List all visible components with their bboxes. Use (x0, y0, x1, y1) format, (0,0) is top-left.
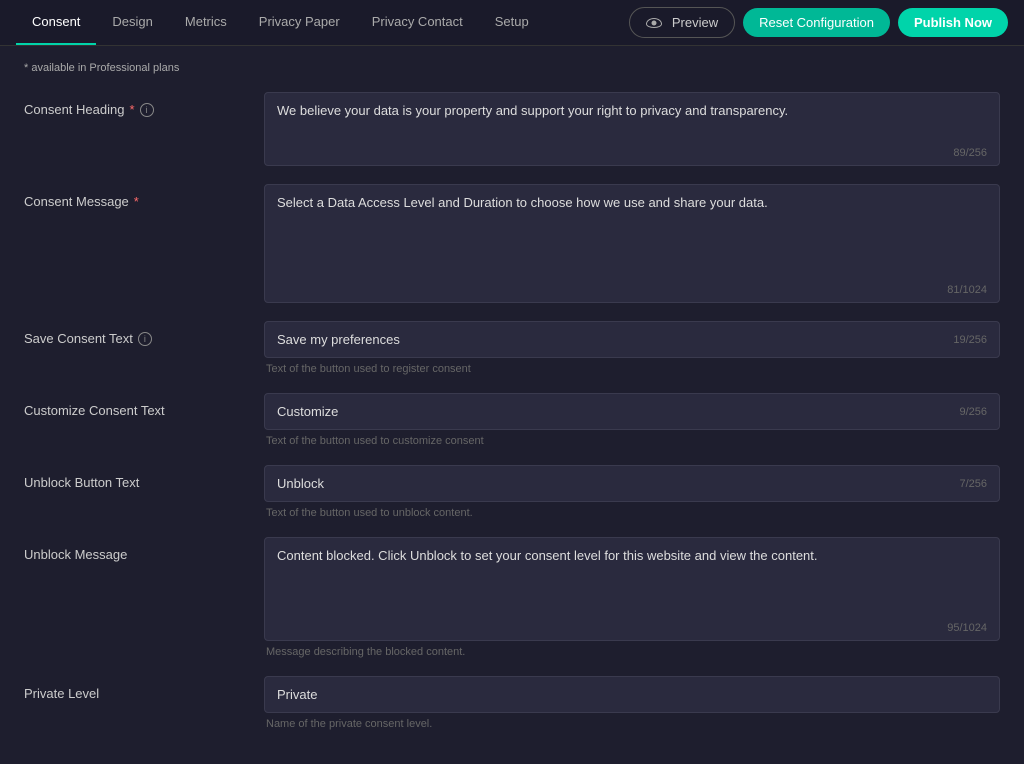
consent-message-row: Consent Message * Select a Data Access L… (24, 184, 1000, 303)
eye-icon (646, 18, 662, 28)
info-icon[interactable]: i (138, 332, 152, 346)
info-icon[interactable]: i (140, 103, 154, 117)
consent-heading-row: Consent Heading * i We believe your data… (24, 92, 1000, 166)
tab-metrics[interactable]: Metrics (169, 0, 243, 45)
customize-consent-count: 9/256 (947, 406, 999, 418)
unblock-button-count: 7/256 (947, 478, 999, 490)
unblock-button-wrapper: 7/256 (264, 465, 1000, 502)
unblock-message-count: 95/1024 (265, 618, 999, 640)
nav-actions: Preview Reset Configuration Publish Now (629, 7, 1008, 38)
tab-setup[interactable]: Setup (479, 0, 545, 45)
nav-tabs: Consent Design Metrics Privacy Paper Pri… (16, 0, 545, 45)
private-level-field: Name of the private consent level. (264, 676, 1000, 730)
consent-message-label: Consent Message * (24, 184, 264, 209)
unblock-button-input[interactable] (265, 466, 947, 501)
top-nav: Consent Design Metrics Privacy Paper Pri… (0, 0, 1024, 46)
consent-message-input[interactable]: Select a Data Access Level and Duration … (265, 185, 999, 280)
unblock-button-row: Unblock Button Text 7/256 Text of the bu… (24, 465, 1000, 519)
reset-button[interactable]: Reset Configuration (743, 8, 890, 37)
customize-consent-hint: Text of the button used to customize con… (264, 435, 1000, 447)
customize-consent-label: Customize Consent Text (24, 393, 264, 418)
unblock-button-hint: Text of the button used to unblock conte… (264, 507, 1000, 519)
consent-heading-field: We believe your data is your property an… (264, 92, 1000, 166)
tab-privacy-paper[interactable]: Privacy Paper (243, 0, 356, 45)
save-consent-label: Save Consent Text i (24, 321, 264, 346)
customize-consent-field: 9/256 Text of the button used to customi… (264, 393, 1000, 447)
unblock-message-field: Content blocked. Click Unblock to set yo… (264, 537, 1000, 658)
save-consent-hint: Text of the button used to register cons… (264, 363, 1000, 375)
publish-button[interactable]: Publish Now (898, 8, 1008, 37)
tab-consent[interactable]: Consent (16, 0, 96, 45)
customize-consent-input[interactable] (265, 394, 947, 429)
consent-heading-wrapper: We believe your data is your property an… (264, 92, 1000, 166)
consent-heading-count: 89/256 (265, 143, 999, 165)
tab-privacy-contact[interactable]: Privacy Contact (356, 0, 479, 45)
preview-button[interactable]: Preview (629, 7, 735, 38)
private-level-hint: Name of the private consent level. (264, 718, 1000, 730)
unblock-message-wrapper: Content blocked. Click Unblock to set yo… (264, 537, 1000, 641)
save-consent-row: Save Consent Text i 19/256 Text of the b… (24, 321, 1000, 375)
save-consent-input[interactable] (265, 322, 941, 357)
customize-consent-row: Customize Consent Text 9/256 Text of the… (24, 393, 1000, 447)
private-level-row: Private Level Name of the private consen… (24, 676, 1000, 730)
required-marker: * (129, 102, 134, 117)
save-consent-field: 19/256 Text of the button used to regist… (264, 321, 1000, 375)
required-marker: * (134, 194, 139, 209)
consent-message-wrapper: Select a Data Access Level and Duration … (264, 184, 1000, 303)
private-level-wrapper (264, 676, 1000, 713)
unblock-message-row: Unblock Message Content blocked. Click U… (24, 537, 1000, 658)
tab-design[interactable]: Design (96, 0, 168, 45)
unblock-message-input[interactable]: Content blocked. Click Unblock to set yo… (265, 538, 999, 618)
pro-notice: * available in Professional plans (24, 62, 1000, 74)
consent-message-count: 81/1024 (265, 280, 999, 302)
customize-consent-wrapper: 9/256 (264, 393, 1000, 430)
private-level-label: Private Level (24, 676, 264, 701)
unblock-message-label: Unblock Message (24, 537, 264, 562)
consent-heading-label: Consent Heading * i (24, 92, 264, 117)
save-consent-count: 19/256 (941, 334, 999, 346)
private-level-input[interactable] (265, 677, 999, 712)
unblock-button-label: Unblock Button Text (24, 465, 264, 490)
consent-heading-input[interactable]: We believe your data is your property an… (265, 93, 999, 143)
unblock-message-hint: Message describing the blocked content. (264, 646, 1000, 658)
save-consent-wrapper: 19/256 (264, 321, 1000, 358)
main-content: * available in Professional plans Consen… (0, 46, 1024, 764)
unblock-button-field: 7/256 Text of the button used to unblock… (264, 465, 1000, 519)
consent-message-field: Select a Data Access Level and Duration … (264, 184, 1000, 303)
